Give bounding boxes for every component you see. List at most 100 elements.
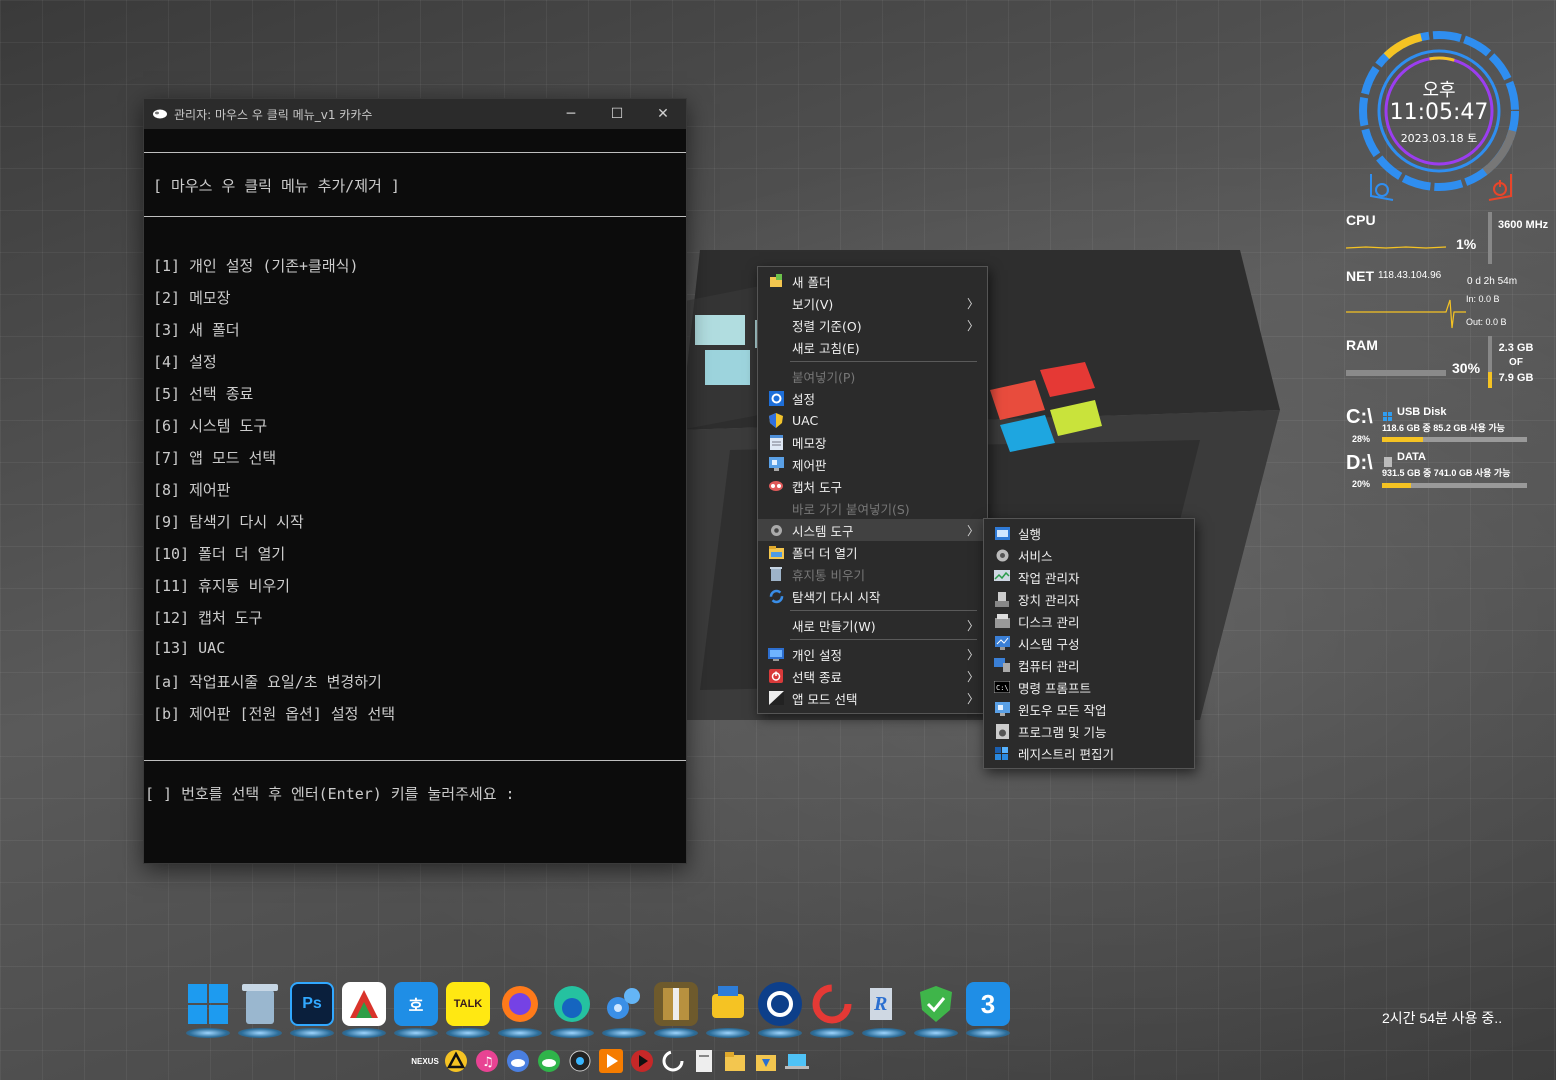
disk-management-icon <box>994 613 1010 629</box>
drive-name: DATA <box>1397 451 1426 463</box>
download-folder-icon[interactable] <box>751 1046 781 1076</box>
laptop-icon[interactable] <box>782 1046 812 1076</box>
settings-gears-icon[interactable] <box>598 982 650 1038</box>
menu-item-restart-explorer[interactable]: 탐색기 다시 시작 <box>758 585 987 607</box>
console-header: [ 마우스 우 클릭 메뉴 추가/제거 ] <box>153 177 400 195</box>
submenu-item-task-manager[interactable]: 작업 관리자 <box>984 566 1194 588</box>
command-prompt-icon: C:\ <box>994 679 1010 695</box>
submenu-item-label: 시스템 구성 <box>1018 636 1080 652</box>
menu-item-label: 붙여넣기(P) <box>792 369 856 385</box>
ccleaner-icon[interactable] <box>806 982 858 1038</box>
cpu-bar <box>1488 212 1492 264</box>
menu-item-shutdown-options[interactable]: 선택 종료 〉 <box>758 665 987 687</box>
shield-check-icon[interactable] <box>910 982 962 1038</box>
all-tasks-icon <box>994 701 1010 717</box>
submenu-item-registry-editor[interactable]: 레지스트리 편집기 <box>984 742 1194 764</box>
menu-item-settings[interactable]: 설정 <box>758 387 987 409</box>
submenu-item-run[interactable]: 실행 <box>984 522 1194 544</box>
submenu-item-programs-features[interactable]: 프로그램 및 기능 <box>984 720 1194 742</box>
menu-item-more-folders[interactable]: 폴더 더 열기 <box>758 541 987 563</box>
menu-item-personalize[interactable]: 개인 설정 〉 <box>758 643 987 665</box>
menu-item-label: 탐색기 다시 시작 <box>792 589 881 605</box>
submenu-item-disk-management[interactable]: 디스크 관리 <box>984 610 1194 632</box>
recycle-bin-icon <box>768 566 784 582</box>
menu-item-system-tools[interactable]: 시스템 도구 〉 <box>758 519 987 541</box>
submenu-item-computer-management[interactable]: 컴퓨터 관리 <box>984 654 1194 676</box>
menu-item-control-panel[interactable]: 제어판 <box>758 453 987 475</box>
cloud-green-icon[interactable] <box>534 1046 564 1076</box>
folder-icon <box>768 544 784 560</box>
photoshop-icon[interactable]: Ps <box>286 982 338 1038</box>
console-menu-line: [6] 시스템 도구 <box>153 417 268 435</box>
hangul-icon[interactable]: 호 <box>390 982 442 1038</box>
menu-item-notepad[interactable]: 메모장 <box>758 431 987 453</box>
potplayer-icon[interactable] <box>627 1046 657 1076</box>
clock-time: 11:05:47 <box>1389 100 1489 125</box>
menu-item-new-folder[interactable]: 새 폴더 <box>758 270 987 292</box>
console-window[interactable]: 관리자: 마우스 우 클릭 메뉴_v1 카카수 ─ ☐ ✕ [ 마우스 우 클릭… <box>143 98 687 864</box>
dock: Ps 호 TALK R 3 <box>182 982 1014 1042</box>
cortana-icon[interactable] <box>754 982 806 1038</box>
archive-icon[interactable] <box>650 982 702 1038</box>
console-divider <box>144 760 686 761</box>
menu-item-view[interactable]: 보기(V) 〉 <box>758 292 987 314</box>
document-icon[interactable] <box>689 1046 719 1076</box>
power-button-icon[interactable] <box>1485 170 1515 204</box>
console-prompt[interactable]: [ ] 번호를 선택 후 엔터(Enter) 키를 눌러주세요 : <box>145 783 515 804</box>
registry-editor-icon <box>994 745 1010 761</box>
toolbox-icon[interactable] <box>702 982 754 1038</box>
kakaotalk-icon[interactable]: TALK <box>442 982 494 1038</box>
nexus-icon[interactable]: NEXUS <box>410 1046 440 1076</box>
three-icon[interactable]: 3 <box>962 982 1014 1038</box>
console-titlebar[interactable]: 관리자: 마우스 우 클릭 메뉴_v1 카카수 ─ ☐ ✕ <box>144 99 686 129</box>
console-menu-line: [13] UAC <box>153 639 226 657</box>
submenu-item-services[interactable]: 서비스 <box>984 544 1194 566</box>
menu-item-empty-recycle-bin[interactable]: 휴지통 비우기 <box>758 563 987 585</box>
menu-item-uac[interactable]: UAC <box>758 409 987 431</box>
circle-refresh-icon[interactable] <box>658 1046 688 1076</box>
edge-icon[interactable] <box>546 982 598 1038</box>
computer-management-icon <box>994 657 1010 673</box>
play-icon[interactable] <box>596 1046 626 1076</box>
net-out: Out: 0.0 B <box>1466 317 1507 327</box>
uac-shield-icon <box>768 412 784 428</box>
console-menu-line: [8] 제어판 <box>153 481 231 499</box>
recycle-bin-icon[interactable] <box>234 982 286 1038</box>
music-icon[interactable]: ♫ <box>472 1046 502 1076</box>
menu-item-paste[interactable]: 붙여넣기(P) <box>758 365 987 387</box>
submenu-item-god-mode[interactable]: 윈도우 모든 작업 <box>984 698 1194 720</box>
menu-item-sort-by[interactable]: 정렬 기준(O) 〉 <box>758 314 987 336</box>
maximize-button[interactable]: ☐ <box>594 99 640 129</box>
windows-icon[interactable] <box>182 982 234 1038</box>
drive-usage-bar <box>1382 437 1527 442</box>
console-menu-line: [11] 휴지통 비우기 <box>153 577 290 595</box>
blank-icon <box>768 368 784 384</box>
office-icon[interactable] <box>338 982 390 1038</box>
aperture-icon[interactable] <box>565 1046 595 1076</box>
submenu-item-device-manager[interactable]: 장치 관리자 <box>984 588 1194 610</box>
console-menu-line: [2] 메모장 <box>153 289 231 307</box>
submenu-item-system-config[interactable]: 시스템 구성 <box>984 632 1194 654</box>
menu-item-label: 새 폴더 <box>792 274 831 290</box>
submenu-item-command-prompt[interactable]: C:\ 명령 프롬프트 <box>984 676 1194 698</box>
sleep-icon[interactable] <box>1367 170 1397 204</box>
menu-item-paste-shortcut[interactable]: 바로 가기 붙여넣기(S) <box>758 497 987 519</box>
menu-item-refresh[interactable]: 새로 고침(E) <box>758 336 987 358</box>
svg-text:C:\: C:\ <box>996 684 1009 692</box>
triangle-icon[interactable] <box>441 1046 471 1076</box>
menu-item-snipping-tool[interactable]: 캡처 도구 <box>758 475 987 497</box>
cloud-icon[interactable] <box>503 1046 533 1076</box>
menu-item-new[interactable]: 새로 만들기(W) 〉 <box>758 614 987 636</box>
clock-ampm: 오후 <box>1422 80 1456 101</box>
task-manager-icon <box>994 569 1010 585</box>
console-body[interactable]: [ 마우스 우 클릭 메뉴 추가/제거 ] [1] 개인 설정 (기존+클래식)… <box>144 129 686 864</box>
submenu-item-label: 작업 관리자 <box>1018 570 1080 586</box>
minimize-button[interactable]: ─ <box>548 99 594 129</box>
folder-star-icon[interactable] <box>720 1046 750 1076</box>
system-config-icon <box>994 635 1010 651</box>
registry-icon[interactable]: R <box>858 982 910 1038</box>
close-button[interactable]: ✕ <box>640 99 686 129</box>
svg-text:R: R <box>873 993 887 1015</box>
menu-item-app-mode[interactable]: 앱 모드 선택 〉 <box>758 687 987 709</box>
firefox-icon[interactable] <box>494 982 546 1038</box>
